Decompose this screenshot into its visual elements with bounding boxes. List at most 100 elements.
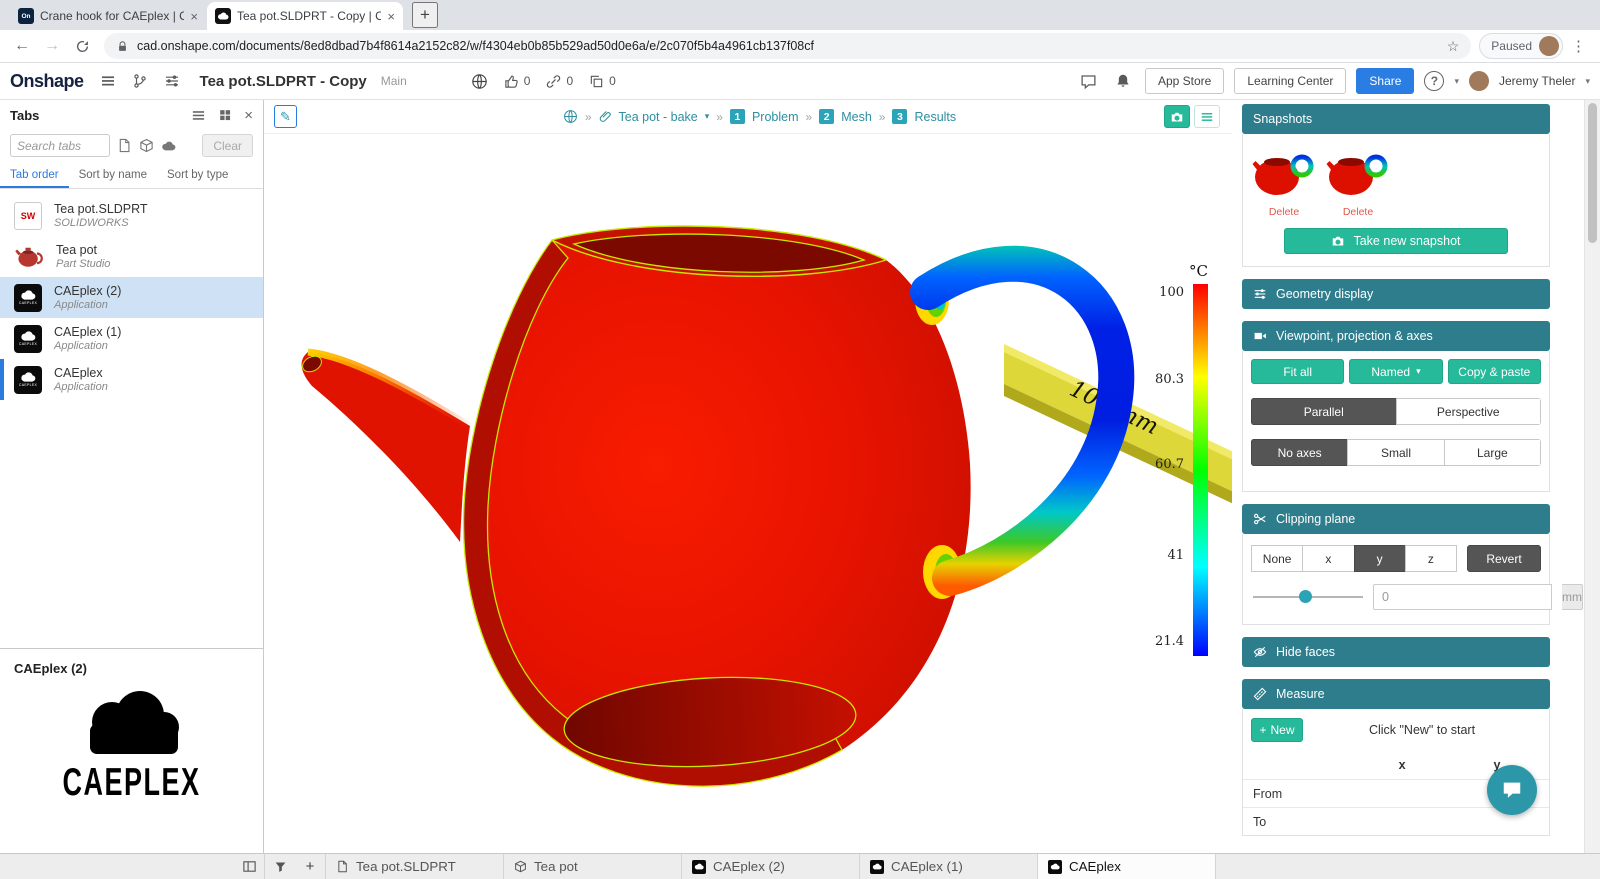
- bottom-tab-teapot[interactable]: Tea pot: [504, 854, 682, 879]
- sort-by-type[interactable]: Sort by type: [157, 163, 238, 188]
- filter-application-icon[interactable]: [161, 141, 176, 151]
- chat-bubble-button[interactable]: [1487, 765, 1537, 815]
- take-new-snapshot-button[interactable]: Take new snapshot: [1284, 228, 1508, 254]
- app-store-button[interactable]: App Store: [1145, 68, 1224, 94]
- tab-item-teapot[interactable]: Tea potPart Studio: [0, 236, 263, 277]
- clip-position-slider[interactable]: [1253, 590, 1363, 604]
- clip-offset-input[interactable]: [1373, 584, 1552, 610]
- tabs-panel-header: Tabs ×: [0, 100, 263, 130]
- large-axes-button[interactable]: Large: [1444, 439, 1541, 466]
- tab-close-icon[interactable]: ×: [387, 9, 395, 24]
- add-tab-button[interactable]: +: [295, 854, 325, 879]
- clip-y-button[interactable]: y: [1354, 545, 1406, 572]
- share-button[interactable]: Share: [1356, 68, 1414, 94]
- bottom-tab-caeplex[interactable]: CAEplex: [1038, 854, 1216, 879]
- perspective-projection-button[interactable]: Perspective: [1396, 398, 1542, 425]
- snapshots-header[interactable]: Snapshots: [1242, 104, 1550, 134]
- list-view-icon[interactable]: [191, 108, 206, 123]
- breadcrumb-problem[interactable]: Problem: [752, 110, 799, 124]
- bottom-tab-caeplex-1[interactable]: CAEplex (1): [860, 854, 1038, 879]
- results-list-button[interactable]: [1194, 105, 1220, 128]
- measure-header[interactable]: Measure: [1242, 679, 1550, 709]
- tab-item-caeplex-2[interactable]: CAEPLEX CAEplex (2)Application: [0, 277, 263, 318]
- onshape-logo[interactable]: Onshape: [10, 71, 84, 92]
- snapshot-thumb-1[interactable]: Delete: [1251, 144, 1317, 218]
- bottom-tab-teapot-sldprt[interactable]: Tea pot.SLDPRT: [326, 854, 504, 879]
- tab-manager-icon[interactable]: [234, 854, 264, 879]
- tab-item-teapot-sldprt[interactable]: SW Tea pot.SLDPRTSOLIDWORKS: [0, 195, 263, 236]
- globe-icon[interactable]: [563, 109, 578, 124]
- address-bar[interactable]: cad.onshape.com/documents/8ed8dbad7b4f86…: [104, 33, 1471, 59]
- edit-pencil-button[interactable]: ✎: [274, 105, 297, 128]
- reload-button[interactable]: [68, 33, 96, 59]
- help-caret-icon[interactable]: ▾: [1454, 76, 1459, 87]
- hide-faces-header[interactable]: Hide faces: [1242, 637, 1550, 667]
- delete-snapshot-link[interactable]: Delete: [1343, 206, 1373, 218]
- clip-z-button[interactable]: z: [1405, 545, 1457, 572]
- user-name[interactable]: Jeremy Theler: [1499, 74, 1575, 88]
- help-icon[interactable]: ?: [1424, 71, 1444, 91]
- grid-view-icon[interactable]: [218, 108, 232, 122]
- page-scrollbar[interactable]: [1584, 100, 1600, 853]
- learning-center-button[interactable]: Learning Center: [1234, 68, 1346, 94]
- links-count[interactable]: 0: [546, 74, 573, 89]
- fit-all-button[interactable]: Fit all: [1251, 359, 1344, 384]
- step-1-badge: 1: [730, 109, 745, 124]
- clipping-plane-header[interactable]: Clipping plane: [1242, 504, 1550, 534]
- browser-tab-1[interactable]: On Crane hook for CAEplex | CA ×: [10, 2, 206, 30]
- geometry-display-header[interactable]: Geometry display: [1242, 279, 1550, 309]
- forward-button[interactable]: →: [38, 33, 66, 59]
- caret-down-icon[interactable]: ▾: [705, 111, 710, 122]
- close-panel-icon[interactable]: ×: [244, 107, 253, 124]
- new-tab-button[interactable]: +: [412, 2, 438, 28]
- likes-count[interactable]: 0: [504, 74, 531, 89]
- browser-tab-2[interactable]: Tea pot.SLDPRT - Copy | CAE ×: [207, 2, 403, 30]
- clip-x-button[interactable]: x: [1302, 545, 1354, 572]
- sort-tab-order[interactable]: Tab order: [0, 163, 69, 188]
- tab-item-caeplex[interactable]: CAEPLEX CAEplexApplication: [0, 359, 263, 400]
- small-axes-button[interactable]: Small: [1347, 439, 1444, 466]
- forks-count[interactable]: 0: [589, 74, 616, 89]
- workspace-name[interactable]: Main: [381, 74, 407, 88]
- snapshot-thumb-2[interactable]: Delete: [1325, 144, 1391, 218]
- attachment-icon[interactable]: [599, 110, 612, 123]
- tab-item-caeplex-1[interactable]: CAEPLEX CAEplex (1)Application: [0, 318, 263, 359]
- breadcrumb-mesh[interactable]: Mesh: [841, 110, 872, 124]
- breadcrumb-results[interactable]: Results: [914, 110, 956, 124]
- sync-paused-badge[interactable]: Paused: [1479, 33, 1563, 59]
- no-axes-button[interactable]: No axes: [1251, 439, 1348, 466]
- browser-menu-icon[interactable]: ⋮: [1565, 37, 1592, 55]
- clear-filter-button[interactable]: Clear: [202, 134, 253, 157]
- breadcrumb-document[interactable]: Tea pot - bake: [619, 110, 698, 124]
- notifications-bell-icon[interactable]: [1111, 69, 1135, 93]
- comments-icon[interactable]: [1077, 69, 1101, 93]
- new-measure-button[interactable]: + New: [1251, 718, 1303, 742]
- filter-assembly-icon[interactable]: [139, 138, 154, 153]
- scrollbar-thumb[interactable]: [1588, 103, 1597, 243]
- copy-paste-button[interactable]: Copy & paste: [1448, 359, 1541, 384]
- caeplex-viewport: ✎ » Tea pot - bake ▾ » 1 Problem » 2 Mes…: [264, 100, 1232, 853]
- feature-list-icon[interactable]: [160, 69, 184, 93]
- viewpoint-header[interactable]: Viewpoint, projection & axes: [1242, 321, 1550, 351]
- public-globe-icon[interactable]: [471, 73, 488, 90]
- versions-icon[interactable]: [128, 69, 152, 93]
- clip-none-button[interactable]: None: [1251, 545, 1303, 572]
- back-button[interactable]: ←: [8, 33, 36, 59]
- user-avatar[interactable]: [1469, 71, 1489, 91]
- bookmark-star-icon[interactable]: ☆: [1447, 38, 1460, 55]
- revert-clip-button[interactable]: Revert: [1467, 545, 1541, 572]
- parallel-projection-button[interactable]: Parallel: [1251, 398, 1397, 425]
- user-caret-icon[interactable]: ▾: [1585, 76, 1590, 87]
- sort-by-name[interactable]: Sort by name: [69, 163, 157, 188]
- tab-close-icon[interactable]: ×: [190, 9, 198, 24]
- slider-knob[interactable]: [1299, 590, 1312, 603]
- filter-tabs-icon[interactable]: [265, 854, 295, 879]
- filter-partstudio-icon[interactable]: [117, 138, 132, 153]
- delete-snapshot-link[interactable]: Delete: [1269, 206, 1299, 218]
- main-menu-icon[interactable]: [96, 69, 120, 93]
- 3d-scene[interactable]: 100 mm: [264, 134, 1232, 853]
- named-views-button[interactable]: Named ▾: [1349, 359, 1442, 384]
- bottom-tab-caeplex-2[interactable]: CAEplex (2): [682, 854, 860, 879]
- screenshot-camera-button[interactable]: [1164, 105, 1190, 128]
- search-tabs-input[interactable]: [10, 134, 110, 157]
